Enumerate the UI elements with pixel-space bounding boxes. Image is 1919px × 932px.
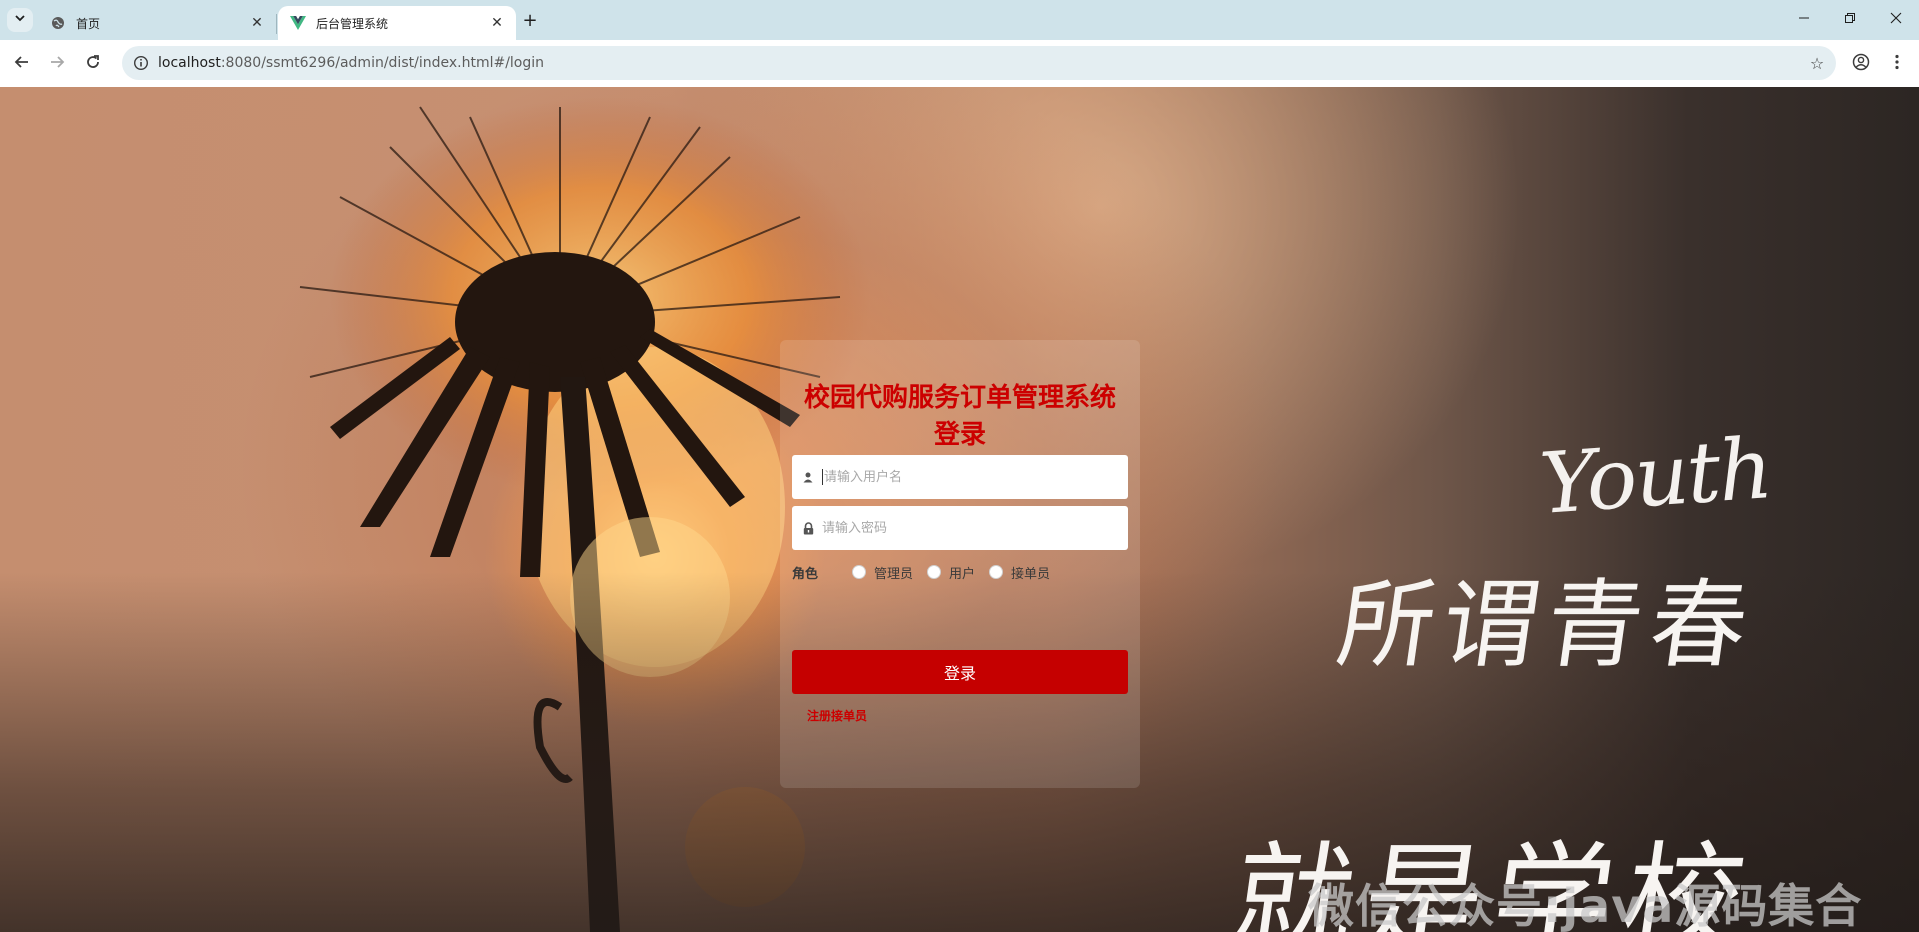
browser-tabstrip: 首页 ✕ 后台管理系统 ✕ +: [0, 0, 1919, 40]
arrow-right-icon: [49, 54, 65, 74]
vue-logo-icon: [290, 15, 306, 31]
username-input[interactable]: [824, 457, 1128, 497]
minimize-button[interactable]: [1781, 0, 1827, 40]
lock-icon: [800, 520, 816, 536]
role-option-admin[interactable]: 管理员: [852, 563, 913, 582]
plus-icon: +: [522, 9, 538, 31]
close-icon[interactable]: ✕: [248, 14, 266, 32]
radio-button[interactable]: [852, 565, 866, 579]
restore-button[interactable]: [1827, 0, 1873, 40]
role-option-label: 接单员: [1011, 566, 1051, 582]
register-courier-link[interactable]: 注册接单员: [807, 707, 867, 724]
user-icon: [800, 469, 816, 485]
password-field[interactable]: [792, 506, 1128, 550]
url-host: localhost: [158, 55, 221, 71]
role-option-label: 管理员: [874, 566, 914, 582]
back-button[interactable]: [8, 50, 36, 78]
window-close-button[interactable]: [1873, 0, 1919, 40]
role-option-user[interactable]: 用户: [927, 563, 975, 582]
globe-icon: [50, 15, 66, 31]
tab-divider: [276, 14, 277, 34]
account-circle-icon: [1852, 53, 1870, 75]
chevron-down-icon: [14, 12, 26, 28]
login-button[interactable]: 登录: [792, 650, 1128, 694]
new-tab-button[interactable]: +: [518, 8, 542, 32]
background-youth-text: Youth: [1536, 419, 1774, 533]
tab-title: 首页: [76, 16, 101, 31]
address-bar[interactable]: localhost:8080/ssmt6296/admin/dist/index…: [122, 46, 1836, 80]
browser-toolbar: localhost:8080/ssmt6296/admin/dist/index…: [0, 40, 1919, 87]
role-option-label: 用户: [949, 566, 976, 582]
username-field[interactable]: [792, 455, 1128, 499]
forward-button[interactable]: [43, 50, 71, 78]
close-icon[interactable]: ✕: [488, 14, 506, 32]
login-page: Youth 所谓青春 就是学校 校园代购服务订单管理系统登录 角色 管理员: [0, 87, 1919, 932]
login-title: 校园代购服务订单管理系统登录: [803, 383, 1116, 450]
radio-button[interactable]: [989, 565, 1004, 579]
login-card: 校园代购服务订单管理系统登录 角色 管理员 用户: [780, 340, 1140, 788]
role-option-courier[interactable]: 接单员: [989, 563, 1050, 582]
more-vertical-icon: [1895, 54, 1899, 74]
minimize-icon: [1798, 12, 1810, 28]
site-info-icon[interactable]: [130, 52, 152, 74]
password-input[interactable]: [822, 508, 1128, 548]
role-label: 角色: [792, 566, 819, 582]
background-poem-line-1: 所谓青春: [1330, 569, 1763, 681]
tab-search-button[interactable]: [7, 8, 33, 32]
radio-button[interactable]: [927, 565, 942, 579]
tab-title: 后台管理系统: [316, 16, 389, 31]
restore-icon: [1844, 12, 1856, 28]
tab-admin[interactable]: 后台管理系统 ✕: [278, 6, 516, 40]
url-text: localhost:8080/ssmt6296/admin/dist/index…: [158, 55, 1802, 71]
reload-button[interactable]: [79, 50, 107, 78]
bookmark-star-icon[interactable]: ☆: [1802, 48, 1832, 78]
browser-menu-button[interactable]: [1883, 50, 1911, 78]
close-icon: [1890, 12, 1902, 28]
arrow-left-icon: [14, 54, 30, 74]
role-selector: 角色 管理员 用户 接单员: [792, 561, 1128, 583]
url-path: :8080/ssmt6296/admin/dist/index.html#/lo…: [220, 55, 545, 71]
watermark-text: 微信公众号:java源码集合: [1308, 879, 1863, 932]
tab-home[interactable]: 首页 ✕: [38, 6, 276, 40]
text-cursor: [822, 469, 823, 485]
profile-button[interactable]: [1847, 50, 1875, 78]
reload-icon: [85, 54, 101, 74]
